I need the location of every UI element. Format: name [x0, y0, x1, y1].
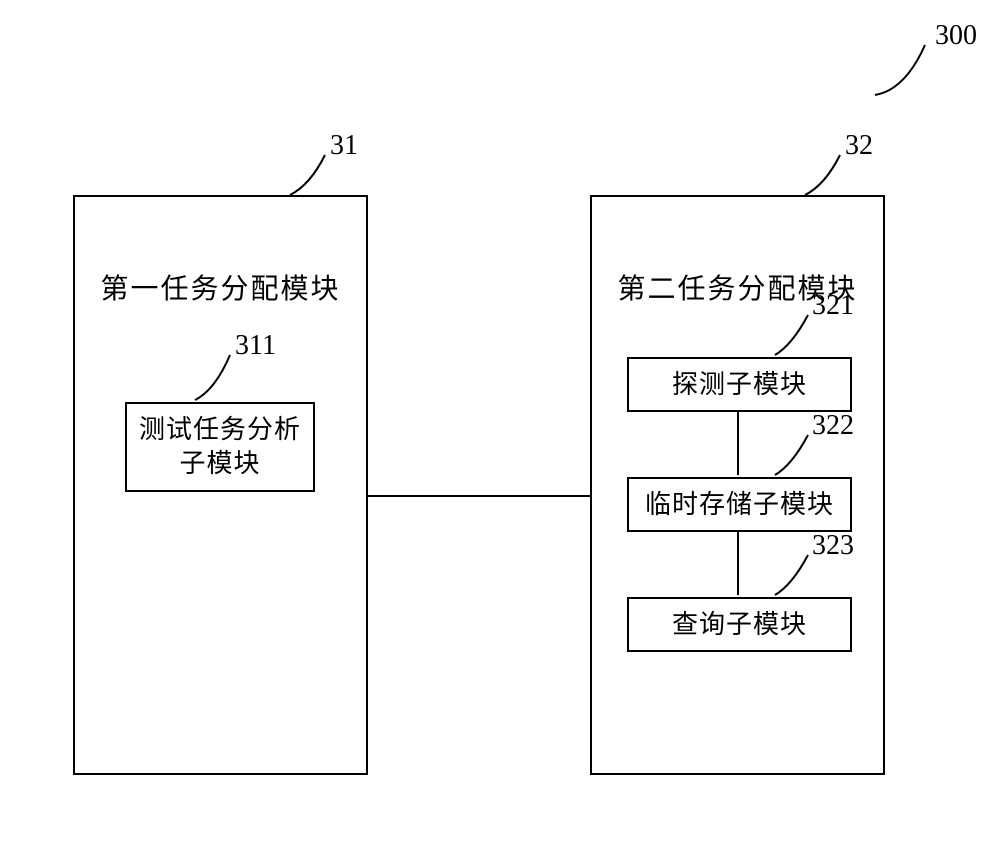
connector-322-323: [737, 530, 739, 595]
module-32: 第二任务分配模块 探测子模块 临时存储子模块 查询子模块: [590, 195, 885, 775]
label-323: 323: [812, 530, 854, 562]
diagram-canvas: 300 第一任务分配模块 测试任务分析子模块 31 311 第二任务分配模块 探…: [0, 0, 1000, 852]
label-300: 300: [935, 20, 977, 52]
module-31: 第一任务分配模块 测试任务分析子模块: [73, 195, 368, 775]
sub-322: 临时存储子模块: [627, 477, 852, 532]
sub-323: 查询子模块: [627, 597, 852, 652]
sub-321-label: 探测子模块: [672, 368, 807, 402]
label-321: 321: [812, 290, 854, 322]
sub-323-label: 查询子模块: [672, 608, 807, 642]
label-32: 32: [845, 130, 873, 162]
module-31-title: 第一任务分配模块: [75, 267, 366, 307]
label-311: 311: [235, 330, 276, 362]
connector-31-32: [368, 495, 590, 497]
connector-321-322: [737, 410, 739, 475]
label-31: 31: [330, 130, 358, 162]
sub-311: 测试任务分析子模块: [125, 402, 315, 492]
sub-322-label: 临时存储子模块: [645, 488, 834, 522]
sub-311-label: 测试任务分析子模块: [127, 413, 313, 481]
sub-321: 探测子模块: [627, 357, 852, 412]
label-322: 322: [812, 410, 854, 442]
